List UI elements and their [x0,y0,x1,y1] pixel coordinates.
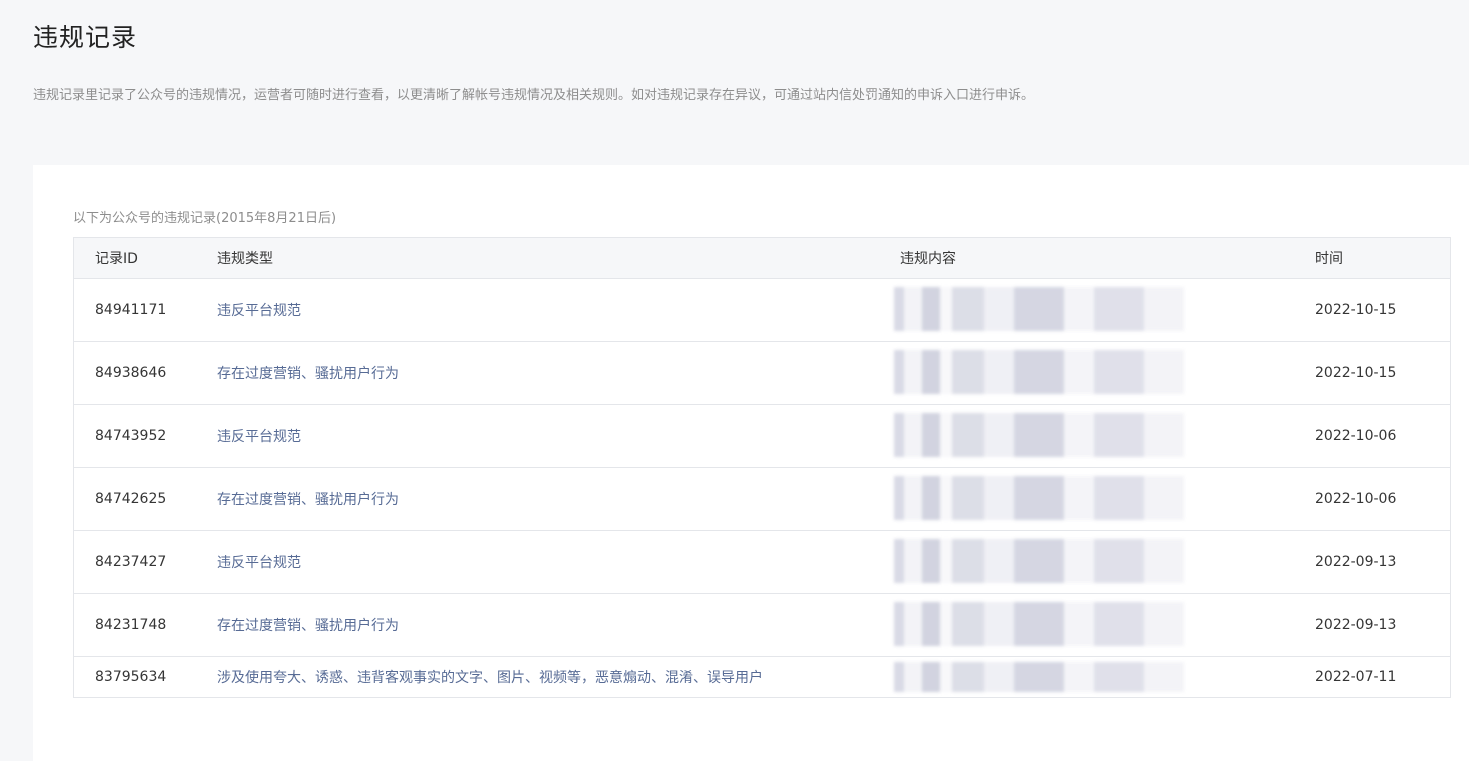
redacted-content [894,350,1184,394]
record-time: 2022-10-15 [1315,365,1397,381]
table-row: 84237427 违反平台规范 2022-09-13 [74,531,1450,594]
violation-type-link[interactable]: 违反平台规范 [217,426,301,446]
table-row: 84938646 存在过度营销、骚扰用户行为 2022-10-15 [74,342,1450,405]
redacted-content [894,413,1184,457]
header-time: 时间 [1315,251,1343,267]
record-time: 2022-10-15 [1315,302,1397,318]
violation-type-link[interactable]: 存在过度营销、骚扰用户行为 [217,489,399,509]
violation-records-page: 违规记录 违规记录里记录了公众号的违规情况，运营者可随时进行查看，以更清晰了解帐… [0,0,1469,761]
redacted-content [894,602,1184,646]
record-time: 2022-09-13 [1315,617,1397,633]
redacted-content [894,476,1184,520]
records-caption: 以下为公众号的违规记录(2015年8月21日后) [73,211,337,226]
page-description: 违规记录里记录了公众号的违规情况，运营者可随时进行查看，以更清晰了解帐号违规情况… [33,88,1035,103]
records-table: 记录ID 违规类型 违规内容 时间 84941171 违反平台规范 2022-1… [73,237,1451,698]
record-time: 2022-09-13 [1315,554,1397,570]
violation-type-link[interactable]: 违反平台规范 [217,300,301,320]
table-header-row: 记录ID 违规类型 违规内容 时间 [74,238,1450,279]
table-row: 84941171 违反平台规范 2022-10-15 [74,279,1450,342]
redacted-content [894,287,1184,331]
header-violation-content: 违规内容 [900,251,956,267]
record-id: 84941171 [95,302,167,318]
table-row: 84742625 存在过度营销、骚扰用户行为 2022-10-06 [74,468,1450,531]
record-id: 84742625 [95,491,167,507]
header-violation-type: 违规类型 [217,251,273,267]
violation-type-link[interactable]: 违反平台规范 [217,552,301,572]
record-id: 84938646 [95,365,167,381]
violation-type-link[interactable]: 涉及使用夸大、诱惑、违背客观事实的文字、图片、视频等，恶意煽动、混淆、误导用户 [217,667,763,687]
page-title: 违规记录 [33,23,138,52]
record-id: 84231748 [95,617,167,633]
record-id: 84743952 [95,428,167,444]
record-id: 84237427 [95,554,167,570]
redacted-content [894,662,1184,692]
table-row: 83795634 涉及使用夸大、诱惑、违背客观事实的文字、图片、视频等，恶意煽动… [74,657,1450,697]
record-time: 2022-10-06 [1315,491,1397,507]
record-id: 83795634 [95,669,167,685]
violation-type-link[interactable]: 存在过度营销、骚扰用户行为 [217,363,399,383]
table-row: 84231748 存在过度营销、骚扰用户行为 2022-09-13 [74,594,1450,657]
redacted-content [894,539,1184,583]
record-time: 2022-10-06 [1315,428,1397,444]
record-time: 2022-07-11 [1315,669,1397,685]
header-record-id: 记录ID [95,251,138,267]
records-card: 以下为公众号的违规记录(2015年8月21日后) 记录ID 违规类型 违规内容 … [33,165,1469,761]
violation-type-link[interactable]: 存在过度营销、骚扰用户行为 [217,615,399,635]
table-row: 84743952 违反平台规范 2022-10-06 [74,405,1450,468]
